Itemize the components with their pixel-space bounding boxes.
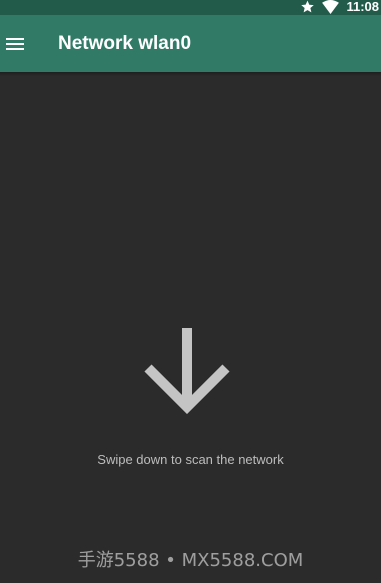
star-icon xyxy=(300,0,315,14)
app-bar-shadow xyxy=(0,72,381,76)
menu-icon xyxy=(6,37,24,50)
page-title: Network wlan0 xyxy=(58,33,192,54)
wifi-icon xyxy=(322,0,340,14)
status-bar: 11:08 xyxy=(0,0,381,15)
watermark: 手游5588 • MX5588.COM xyxy=(77,550,304,571)
status-time: 11:08 xyxy=(346,0,379,14)
status-icons: 11:08 xyxy=(300,0,379,15)
empty-state-hint: Swipe down to scan the network xyxy=(97,452,284,467)
menu-button[interactable] xyxy=(0,15,30,72)
arrow-down-icon xyxy=(144,328,230,414)
